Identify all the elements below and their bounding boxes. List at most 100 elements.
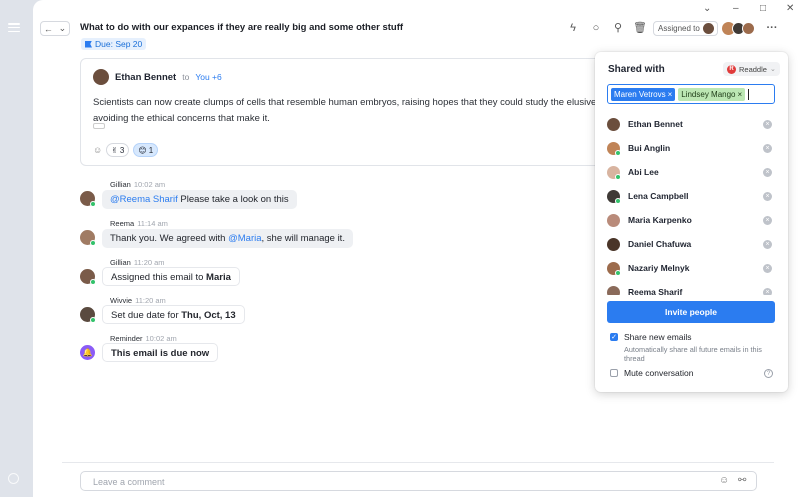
online-indicator [615, 269, 621, 276]
circle-done-icon[interactable]: ○ [590, 22, 602, 34]
mention-link[interactable]: @Reema Sharif [110, 194, 178, 205]
message-bubble: This email is due now [102, 343, 219, 362]
assigned-label: Assigned to [658, 24, 700, 33]
more-icon[interactable]: ··· [766, 22, 778, 34]
online-indicator [615, 149, 621, 156]
workspace-selector[interactable]: R Readdle ⌄ [723, 62, 780, 76]
person-name: Ethan Bennet [628, 119, 683, 129]
settings-icon[interactable] [8, 473, 19, 484]
person-name: Reema Sharif [628, 287, 683, 295]
remove-person-icon[interactable]: × [763, 240, 772, 249]
shared-with-panel: Shared with R Readdle ⌄ Maren Vetrovs × L… [595, 52, 788, 392]
left-sidebar [0, 0, 33, 497]
minimize-icon[interactable]: – [733, 3, 739, 14]
mute-conversation-checkbox[interactable] [610, 369, 618, 377]
author-avatar [80, 191, 96, 207]
invite-recipients-input[interactable]: Maren Vetrovs × Lindsey Mango × [607, 84, 775, 104]
close-icon[interactable]: ✕ [786, 3, 794, 14]
remove-person-icon[interactable]: × [763, 288, 772, 295]
email-body: Scientists can now create clumps of cell… [93, 95, 613, 127]
menu-icon[interactable] [8, 23, 20, 33]
message-bubble: Assigned this email to Maria [102, 267, 240, 286]
message-time: 11:14 am [137, 219, 168, 228]
message-time: 11:20 am [135, 296, 166, 305]
remove-chip-icon[interactable]: × [668, 90, 673, 99]
assignee-avatar [702, 23, 714, 34]
author-name: Wivvie [110, 296, 133, 305]
reaction-chip[interactable]: 😊 1 [133, 143, 159, 157]
reaction-emoji: ✌ [111, 145, 118, 155]
participant-avatar[interactable] [742, 22, 755, 35]
mention-link[interactable]: @Maria [228, 233, 261, 244]
author-avatar [80, 230, 96, 246]
person-avatar [607, 165, 621, 180]
person-avatar [607, 189, 621, 204]
remove-person-icon[interactable]: × [763, 264, 772, 273]
person-row: Reema Sharif × [607, 280, 775, 295]
attachment-icon[interactable]: ⚯ [738, 475, 746, 486]
help-icon[interactable]: ? [764, 369, 773, 378]
message-text: , she will manage it. [261, 233, 345, 244]
recipient-chip[interactable]: Maren Vetrovs × [611, 87, 676, 101]
remove-person-icon[interactable]: × [763, 192, 772, 201]
remove-person-icon[interactable]: × [763, 120, 772, 129]
email-body-line: Scientists can now create clumps of cell… [93, 97, 613, 108]
workspace-name: Readdle [739, 64, 767, 74]
message-bold-text: This email is due now [111, 348, 210, 359]
person-name: Maria Karpenko [628, 215, 692, 225]
share-new-emails-checkbox[interactable]: ✓ [610, 333, 618, 341]
divider [62, 462, 774, 463]
add-reaction-icon[interactable]: ☺ [93, 145, 102, 155]
person-row: Abi Lee × [607, 160, 775, 184]
sender-name: Ethan Bennet [115, 71, 177, 83]
reaction-count: 1 [148, 145, 154, 155]
email-body-line: avoiding the ethical concerns that make … [93, 113, 270, 124]
bell-icon: 🔔 [80, 345, 95, 360]
remove-person-icon[interactable]: × [763, 168, 772, 177]
maximize-icon[interactable]: □ [760, 3, 766, 14]
recipient-chip[interactable]: Lindsey Mango × [678, 87, 746, 101]
author-name: Reema [110, 219, 135, 228]
email-card: Ethan Bennet to You +6 Scientists can no… [80, 58, 620, 166]
person-avatar [607, 213, 620, 227]
person-row: Ethan Bennet × [607, 112, 775, 136]
person-row: Nazariy Melnyk × [607, 256, 775, 280]
message-text: Please take a look on this [177, 194, 289, 205]
reaction-chip[interactable]: ✌ 3 [106, 143, 130, 157]
expand-quoted-button[interactable] [93, 123, 105, 129]
person-avatar [607, 261, 621, 276]
trash-icon[interactable]: 🗑 [633, 22, 647, 34]
author-avatar [80, 307, 96, 323]
pin-icon[interactable]: ⚲ [612, 22, 624, 34]
comment-input[interactable]: Leave a comment ☺ ⚯ [80, 471, 757, 491]
to-label: to [182, 72, 190, 82]
online-indicator [90, 201, 96, 207]
assigned-to-button[interactable]: Assigned to [653, 21, 718, 36]
message-bold-text: Maria [206, 272, 231, 283]
remove-person-icon[interactable]: × [763, 144, 772, 153]
online-indicator [90, 279, 96, 285]
person-avatar [607, 285, 620, 295]
online-indicator [90, 240, 96, 246]
share-new-emails-label: Share new emails [624, 332, 692, 342]
emoji-icon[interactable]: ☺ [719, 475, 729, 486]
lightning-icon[interactable]: ϟ [567, 22, 579, 34]
invite-people-button[interactable]: Invite people [607, 301, 775, 323]
person-name: Abi Lee [628, 167, 659, 177]
message-bubble: Thank you. We agreed with @Maria, she wi… [102, 229, 353, 248]
person-row: Bui Anglin × [607, 136, 775, 160]
chevron-down-icon[interactable]: ⌄ [703, 3, 711, 14]
chevron-down-icon[interactable]: ⌄ [59, 23, 67, 34]
email-sender-row: Ethan Bennet to You +6 [93, 69, 222, 85]
back-arrow-icon[interactable]: ← [44, 24, 53, 34]
recipients-link[interactable]: You +6 [195, 72, 221, 82]
thread-navigation: ← ⌄ [40, 21, 70, 36]
message-bold-text: Thu, Oct, 13 [181, 310, 236, 321]
message-text: Assigned this email to [111, 272, 207, 283]
remove-chip-icon[interactable]: × [738, 90, 743, 99]
due-date-badge[interactable]: Due: Sep 20 [81, 38, 147, 50]
sender-avatar [93, 69, 109, 85]
remove-person-icon[interactable]: × [763, 216, 772, 225]
reactions-row: ☺ ✌ 3 😊 1 [93, 143, 159, 157]
reaction-count: 3 [119, 145, 125, 155]
